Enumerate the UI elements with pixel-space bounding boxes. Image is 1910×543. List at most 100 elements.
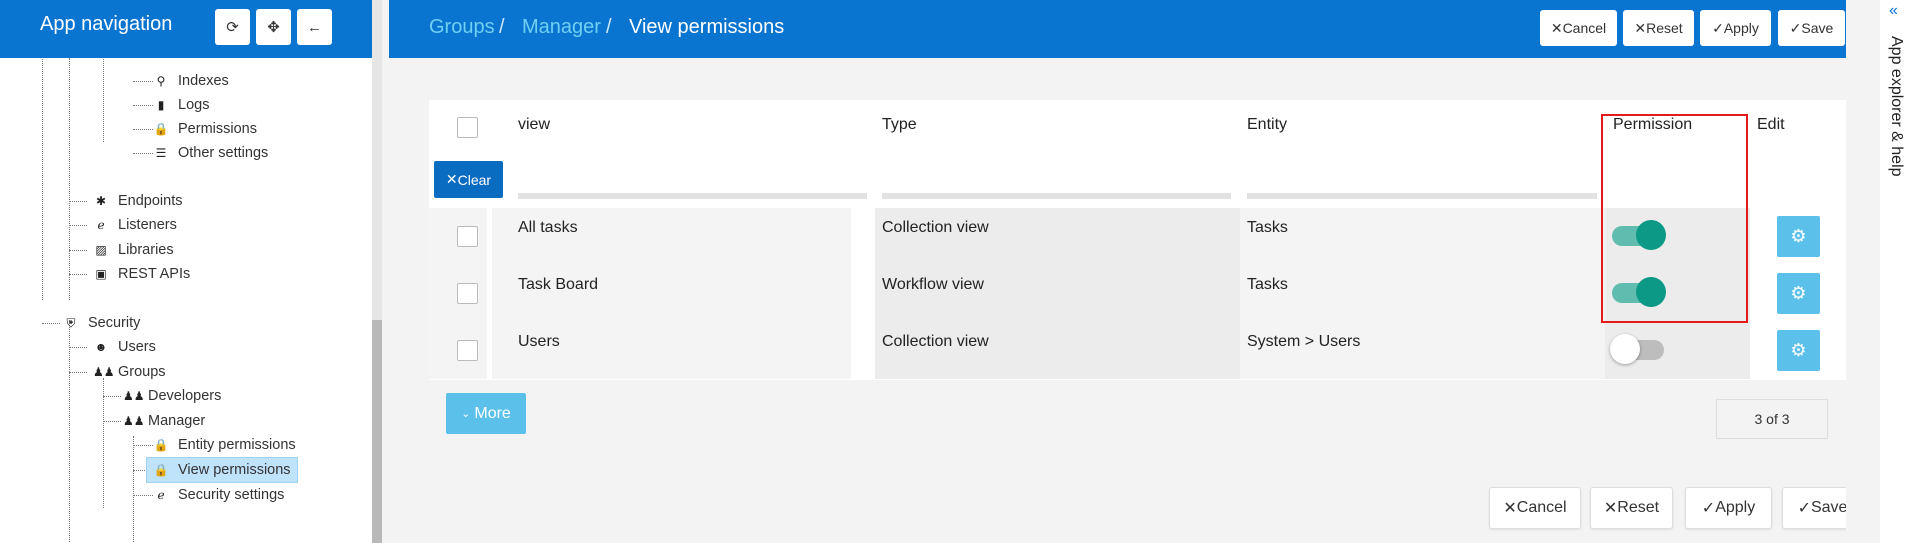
tree-item-security-settings[interactable]: ℯ Security settings xyxy=(153,482,284,508)
tree-item-security[interactable]: ⛨ Security xyxy=(63,310,140,336)
permission-toggle[interactable] xyxy=(1610,334,1664,364)
tree-item-manager[interactable]: ♟♟ Manager xyxy=(123,408,205,434)
filter-input-view[interactable] xyxy=(518,193,867,199)
locate-button[interactable]: ✥ xyxy=(256,9,291,45)
tree-item-indexes[interactable]: ⚲ Indexes xyxy=(153,68,229,94)
list-icon: ☰ xyxy=(155,146,167,160)
refresh-button[interactable]: ⟳ xyxy=(215,9,250,45)
apply-button[interactable]: ✓ Apply xyxy=(1700,10,1771,46)
left-nav-header: App navigation ⟳ ✥ ← xyxy=(0,0,372,58)
tree-item-label: Other settings xyxy=(178,145,269,161)
tree-item-label: REST APIs xyxy=(118,266,191,282)
collapse-nav-button[interactable]: ← xyxy=(297,9,332,45)
tree-item-label: Users xyxy=(118,339,156,355)
check-icon: ✓ xyxy=(1712,19,1724,36)
column-header-entity[interactable]: Entity xyxy=(1247,116,1287,134)
tree-item-rest-apis[interactable]: ▣ REST APIs xyxy=(93,261,190,287)
table-row[interactable]: Users Collection view System > Users ⚙ xyxy=(429,322,1847,379)
ear-icon: ℯ xyxy=(157,488,165,502)
close-icon: ✕ xyxy=(1550,19,1563,36)
cancel-button[interactable]: ✕ Cancel xyxy=(1540,10,1617,46)
edit-button[interactable]: ⚙ xyxy=(1777,273,1820,314)
tree-item-label: Permissions xyxy=(178,121,257,137)
navigation-tree: ⚲ Indexes ▮ Logs 🔒 Permissions ☰ Other setti… xyxy=(0,58,372,543)
row-checkbox[interactable] xyxy=(457,226,478,247)
box-icon: ▨ xyxy=(95,243,107,257)
chevron-down-icon: ⌄ xyxy=(461,408,471,420)
tree-item-other-settings[interactable]: ☰ Other settings xyxy=(153,140,269,166)
cancel-button[interactable]: ✕ Cancel xyxy=(1489,487,1581,529)
main-header: Groups / Manager / View permissions ✕ Can… xyxy=(389,0,1846,58)
tree-item-listeners[interactable]: ℯ Listeners xyxy=(93,212,177,238)
app-explorer-label[interactable]: App explorer & help xyxy=(1887,36,1905,177)
row-checkbox[interactable] xyxy=(457,283,478,304)
lock-icon: 🔒 xyxy=(153,122,169,136)
tree-item-entity-permissions[interactable]: 🔒 Entity permissions xyxy=(153,432,296,458)
cell-view: Task Board xyxy=(492,265,851,322)
cell-type: Workflow view xyxy=(875,265,1240,322)
tree-item-endpoints[interactable]: ✱ Endpoints xyxy=(93,188,183,214)
tree-item-label: Security settings xyxy=(178,487,285,503)
cell-type: Collection view xyxy=(875,322,1240,379)
gear-icon: ⚙ xyxy=(1790,340,1807,360)
tree-item-view-permissions[interactable]: 🔒 View permissions xyxy=(146,457,298,483)
clear-filters-button[interactable]: ✕ Clear xyxy=(434,161,503,198)
shield-icon: ⛨ xyxy=(66,315,76,330)
nav-scrollbar-thumb[interactable] xyxy=(372,320,382,543)
reset-button[interactable]: ✕ Reset xyxy=(1623,10,1694,46)
lock-icon: 🔒 xyxy=(153,463,169,477)
refresh-icon: ⟳ xyxy=(226,19,239,36)
search-icon: ⚲ xyxy=(156,74,166,88)
lock-icon: 🔒 xyxy=(153,438,169,452)
column-header-type[interactable]: Type xyxy=(882,116,917,134)
reset-button[interactable]: ✕ Reset xyxy=(1590,487,1673,529)
cell-entity: Tasks xyxy=(1240,208,1605,265)
double-chevron-left-icon[interactable]: « xyxy=(1889,2,1898,20)
select-all-checkbox[interactable] xyxy=(457,117,478,138)
close-icon: ✕ xyxy=(1503,500,1517,517)
cell-view: Users xyxy=(492,322,851,379)
ear-icon: ℯ xyxy=(97,218,105,232)
tree-item-logs[interactable]: ▮ Logs xyxy=(153,92,210,118)
tree-item-label: Listeners xyxy=(118,217,177,233)
tree-item-label: Manager xyxy=(148,413,206,429)
edit-button[interactable]: ⚙ xyxy=(1777,330,1820,371)
breadcrumb-manager[interactable]: Manager xyxy=(522,16,601,39)
save-button[interactable]: ✓ Save xyxy=(1778,10,1845,46)
close-icon: ✕ xyxy=(445,171,458,187)
apply-button[interactable]: ✓ Apply xyxy=(1685,487,1772,529)
left-navigation: App navigation ⟳ ✥ ← ⚲ Indexes ▮ Logs 🔒 … xyxy=(0,0,372,543)
api-icon: ▣ xyxy=(95,267,107,281)
filter-input-type[interactable] xyxy=(882,193,1231,199)
group-icon: ♟♟ xyxy=(123,389,145,403)
cell-view: All tasks xyxy=(492,208,851,265)
tree-item-libraries[interactable]: ▨ Libraries xyxy=(93,237,173,263)
row-checkbox[interactable] xyxy=(457,340,478,361)
tree-item-label: View permissions xyxy=(178,462,291,478)
arrow-left-icon: ← xyxy=(307,18,322,36)
close-icon: ✕ xyxy=(1603,500,1618,517)
column-header-view[interactable]: view xyxy=(518,116,550,134)
edit-button[interactable]: ⚙ xyxy=(1777,216,1820,257)
tree-item-label: Endpoints xyxy=(118,193,183,209)
tree-item-label: Developers xyxy=(148,388,222,404)
tree-item-developers[interactable]: ♟♟ Developers xyxy=(123,383,221,409)
permission-column-highlight xyxy=(1601,114,1748,323)
filter-input-entity[interactable] xyxy=(1247,193,1597,199)
panel-divider xyxy=(382,0,389,543)
tree-item-users[interactable]: ☻ Users xyxy=(93,334,156,360)
tree-item-groups[interactable]: ♟♟ Groups xyxy=(93,359,166,385)
column-header-edit: Edit xyxy=(1757,116,1785,133)
group-icon: ♟♟ xyxy=(123,414,145,428)
close-icon: ✕ xyxy=(1634,19,1647,36)
breadcrumb-groups[interactable]: Groups xyxy=(429,16,495,39)
tree-item-label: Logs xyxy=(178,97,210,113)
tree-item-label: Entity permissions xyxy=(178,437,296,453)
breadcrumb-separator: / xyxy=(606,16,612,38)
gear-icon: ⚙ xyxy=(1790,283,1807,303)
cell-type: Collection view xyxy=(875,208,1240,265)
cell-entity: Tasks xyxy=(1240,265,1605,322)
more-button[interactable]: ⌄ More xyxy=(446,393,526,434)
pagination-count: 3 of 3 xyxy=(1716,399,1828,439)
tree-item-permissions[interactable]: 🔒 Permissions xyxy=(153,116,257,142)
